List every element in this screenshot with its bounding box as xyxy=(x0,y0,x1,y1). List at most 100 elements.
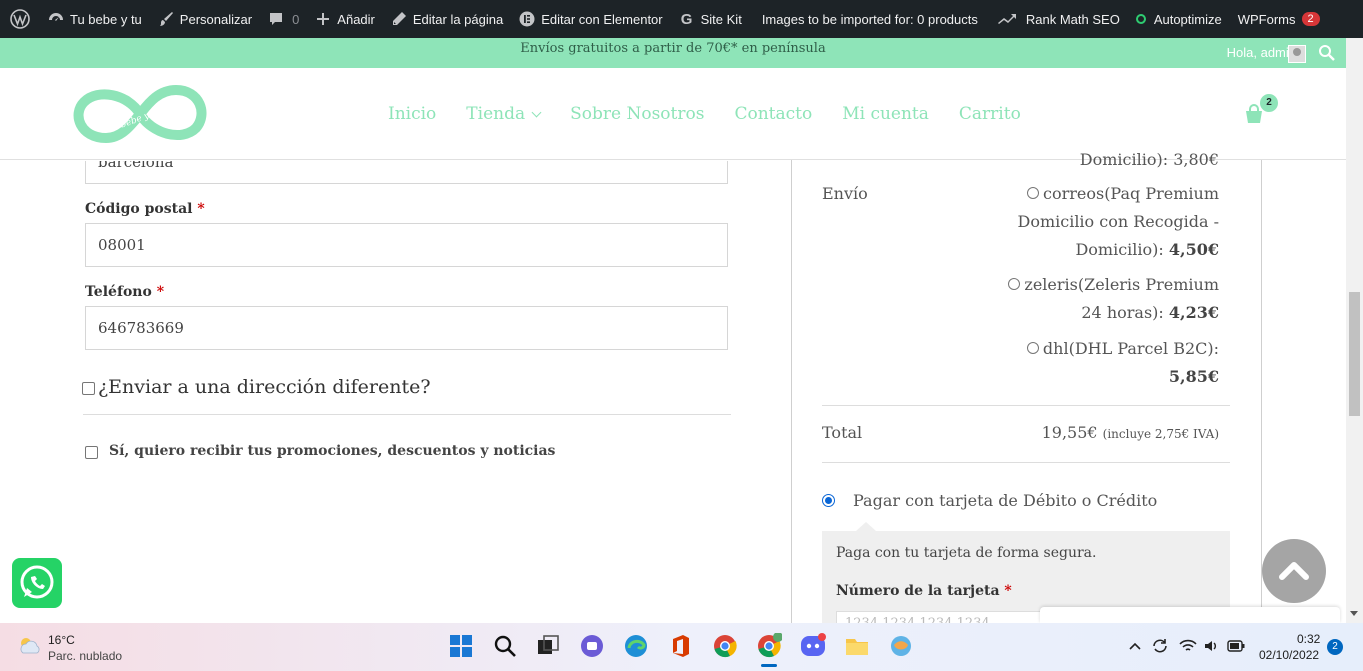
clock-time[interactable]: 0:32 xyxy=(1297,632,1320,646)
correos-line3: Domicilio): xyxy=(1075,240,1164,259)
zeleris-line2: 24 horas): xyxy=(1081,303,1164,322)
sync-icon[interactable] xyxy=(1151,637,1169,655)
ship-different-checkbox[interactable] xyxy=(82,382,95,395)
edge-browser-icon[interactable] xyxy=(623,633,649,659)
customize-link[interactable]: Personalizar xyxy=(150,0,260,38)
total-amount: 19,55€ (incluye 2,75€ IVA) xyxy=(1042,419,1219,448)
teams-chat-icon[interactable] xyxy=(579,633,605,659)
nav-item-carrito[interactable]: Carrito xyxy=(959,104,1021,124)
weather-desc: Parc. nublado xyxy=(48,649,123,663)
edit-elementor-link[interactable]: Editar con Elementor xyxy=(511,0,670,38)
divider xyxy=(822,462,1230,463)
search-icon[interactable] xyxy=(1318,44,1336,62)
notification-badge[interactable]: 2 xyxy=(1327,639,1343,655)
account-greeting[interactable]: Hola, admin xyxy=(1227,45,1296,60)
autoptimize-link[interactable]: Autoptimize xyxy=(1128,0,1230,38)
search-icon[interactable] xyxy=(492,633,518,659)
nav-item-sobre-nosotros[interactable]: Sobre Nosotros xyxy=(570,104,704,124)
shipping-option-correos[interactable]: correos(Paq Premium Domicilio con Recogi… xyxy=(1017,180,1219,264)
comments-link[interactable]: 0 xyxy=(260,0,307,38)
chevron-up-icon[interactable] xyxy=(1129,641,1141,651)
add-new-link[interactable]: Añadir xyxy=(307,0,383,38)
radio-correos[interactable] xyxy=(1026,187,1039,199)
rank-math-icon xyxy=(997,11,1020,27)
postal-code-input[interactable]: 08001 xyxy=(85,223,728,267)
weather-temp: 16°C xyxy=(48,633,75,647)
cart-count-badge: 2 xyxy=(1260,94,1278,112)
file-explorer-icon[interactable] xyxy=(844,633,870,659)
phone-input[interactable]: 646783669 xyxy=(85,306,728,350)
scrollbar-thumb[interactable] xyxy=(1349,292,1360,416)
dhl-price: 5,85€ xyxy=(1168,367,1219,386)
cut-shipping-text: Domicilio): 3,80€ xyxy=(1079,150,1219,169)
wp-admin-bar: Tu bebe y tu Personalizar 0 Añadir Edita… xyxy=(0,0,1363,38)
clock-date[interactable]: 02/10/2022 xyxy=(1259,648,1319,662)
required-mark: * xyxy=(1004,583,1012,599)
card-number-label-text: Número de la tarjeta xyxy=(836,583,1000,599)
discord-icon[interactable] xyxy=(800,633,826,659)
shipping-option-dhl[interactable]: dhl(DHL Parcel B2C): 5,85€ xyxy=(1026,335,1219,391)
nav-item-inicio[interactable]: Inicio xyxy=(388,104,436,124)
images-import-label: Images to be imported for: 0 products xyxy=(761,11,978,27)
site-name-link[interactable]: Tu bebe y tu xyxy=(40,0,150,38)
rank-math-link[interactable]: Rank Math SEO xyxy=(986,0,1128,38)
game-app-icon[interactable] xyxy=(888,633,914,659)
radio-dhl[interactable] xyxy=(1026,342,1039,354)
promos-label[interactable]: Sí, quiero recibir tus promociones, desc… xyxy=(109,443,555,459)
nav-item-mi-cuenta[interactable]: Mi cuenta xyxy=(842,104,929,124)
wordpress-logo-button[interactable] xyxy=(0,0,40,38)
nav-item-contacto[interactable]: Contacto xyxy=(734,104,812,124)
radio-zeleris[interactable] xyxy=(1008,278,1021,290)
divider xyxy=(83,414,731,415)
edit-page-label: Editar la página xyxy=(412,11,504,27)
chrome-icon[interactable] xyxy=(712,633,738,659)
zeleris-price: 4,23€ xyxy=(1168,303,1219,322)
chevron-down-icon xyxy=(531,107,542,118)
wpforms-link[interactable]: WPForms 2 xyxy=(1230,0,1328,38)
whatsapp-icon xyxy=(20,565,54,599)
whatsapp-button[interactable] xyxy=(12,558,62,608)
autoptimize-label: Autoptimize xyxy=(1153,11,1222,27)
task-view-icon[interactable] xyxy=(535,633,561,659)
payment-method-label[interactable]: Pagar con tarjeta de Débito o Crédito xyxy=(853,487,1157,515)
promo-bar: Envíos gratuitos a partir de 70€* en pen… xyxy=(0,38,1346,68)
battery-icon[interactable] xyxy=(1227,640,1245,652)
add-new-label: Añadir xyxy=(337,11,375,27)
chevron-up-icon xyxy=(1279,562,1309,580)
images-import-link[interactable]: Images to be imported for: 0 products xyxy=(750,0,986,38)
payment-description: Paga con tu tarjeta de forma segura. xyxy=(836,545,1097,561)
back-to-top-button[interactable] xyxy=(1262,539,1326,603)
avatar[interactable] xyxy=(1288,45,1306,63)
nav-item-tienda[interactable]: Tienda xyxy=(466,104,542,124)
promos-checkbox[interactable] xyxy=(85,446,98,459)
correos-line2: Domicilio con Recogida - xyxy=(1017,212,1219,231)
site-logo[interactable]: tu bebe y tu xyxy=(70,82,210,146)
site-kit-link[interactable]: G Site Kit xyxy=(671,0,750,38)
scroll-down-arrow-icon[interactable] xyxy=(1350,611,1358,616)
weather-cloud-sun-icon xyxy=(20,638,40,654)
windows-start-icon[interactable] xyxy=(448,633,474,659)
postal-code-label: Código postal * xyxy=(85,201,205,217)
wordpress-icon xyxy=(10,9,30,29)
customize-label: Personalizar xyxy=(179,11,253,27)
status-dot-icon xyxy=(1135,14,1146,24)
postal-code-value: 08001 xyxy=(98,236,146,254)
payment-radio-card[interactable] xyxy=(822,494,835,507)
office-icon[interactable] xyxy=(668,633,694,659)
screen: Tu bebe y tu Personalizar 0 Añadir Edita… xyxy=(0,0,1363,671)
wpforms-badge: 2 xyxy=(1301,12,1320,26)
city-value: barcelona xyxy=(98,161,174,171)
card-number-label: Número de la tarjeta * xyxy=(836,583,1012,599)
required-mark: * xyxy=(197,201,205,217)
city-input[interactable]: barcelona xyxy=(85,161,728,184)
main-nav: Inicio Tienda Sobre Nosotros Contacto Mi… xyxy=(388,104,1021,124)
chrome-profile-icon[interactable] xyxy=(756,633,782,659)
wifi-icon[interactable] xyxy=(1179,638,1197,654)
google-g-icon: G xyxy=(680,10,693,28)
ship-different-label[interactable]: ¿Enviar a una dirección diferente? xyxy=(98,376,431,398)
edit-page-link[interactable]: Editar la página xyxy=(383,0,511,38)
dhl-line1: dhl(DHL Parcel B2C): xyxy=(1042,339,1219,358)
radio-dot-icon xyxy=(825,497,832,504)
volume-icon[interactable] xyxy=(1203,638,1219,654)
shipping-option-zeleris[interactable]: zeleris(Zeleris Premium 24 horas): 4,23€ xyxy=(1008,271,1219,327)
